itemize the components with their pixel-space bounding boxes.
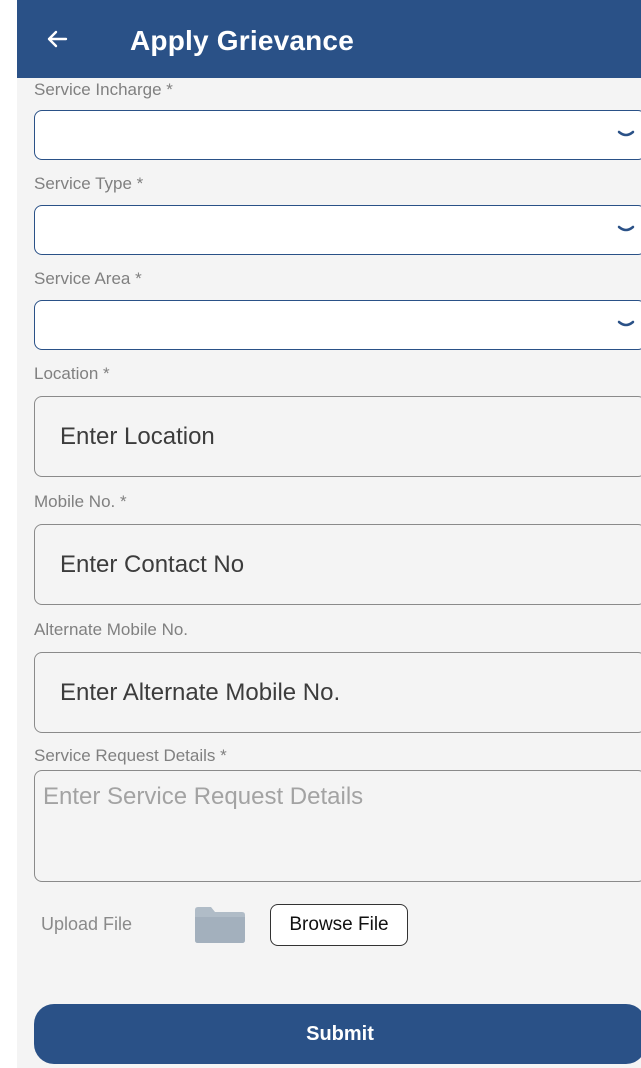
chevron-down-icon <box>617 225 635 232</box>
submit-button[interactable]: Submit <box>34 1004 641 1064</box>
service-type-select[interactable] <box>34 205 641 255</box>
alt-mobile-placeholder: Enter Alternate Mobile No. <box>60 679 341 706</box>
details-label: Service Request Details * <box>34 746 227 765</box>
page-title: Apply Grievance <box>130 25 354 56</box>
service-area-label: Service Area * <box>34 269 142 288</box>
location-label: Location * <box>34 364 110 383</box>
details-textarea[interactable]: Enter Service Request Details <box>34 770 641 882</box>
service-type-label: Service Type * <box>34 174 144 193</box>
details-placeholder: Enter Service Request Details <box>43 783 364 810</box>
service-incharge-select[interactable] <box>34 110 641 160</box>
folder-icon[interactable] <box>193 904 247 944</box>
alt-mobile-input[interactable]: Enter Alternate Mobile No. <box>34 652 641 733</box>
browse-file-button[interactable]: Browse File <box>270 904 408 946</box>
grievance-form: Service Incharge * Service Type * Servic… <box>17 78 641 1068</box>
chevron-down-icon <box>617 320 635 327</box>
mobile-label: Mobile No. * <box>34 492 127 511</box>
chevron-down-icon <box>617 130 635 137</box>
alt-mobile-label: Alternate Mobile No. <box>34 620 189 639</box>
service-area-select[interactable] <box>34 300 641 350</box>
location-input[interactable]: Enter Location <box>34 396 641 477</box>
location-placeholder: Enter Location <box>60 423 215 450</box>
service-incharge-label: Service Incharge * <box>34 80 173 99</box>
app-header: Apply Grievance <box>17 0 641 78</box>
upload-file-label: Upload File <box>41 914 133 934</box>
mobile-placeholder: Enter Contact No <box>60 551 245 578</box>
arrow-left-icon[interactable] <box>44 26 70 52</box>
mobile-input[interactable]: Enter Contact No <box>34 524 641 605</box>
